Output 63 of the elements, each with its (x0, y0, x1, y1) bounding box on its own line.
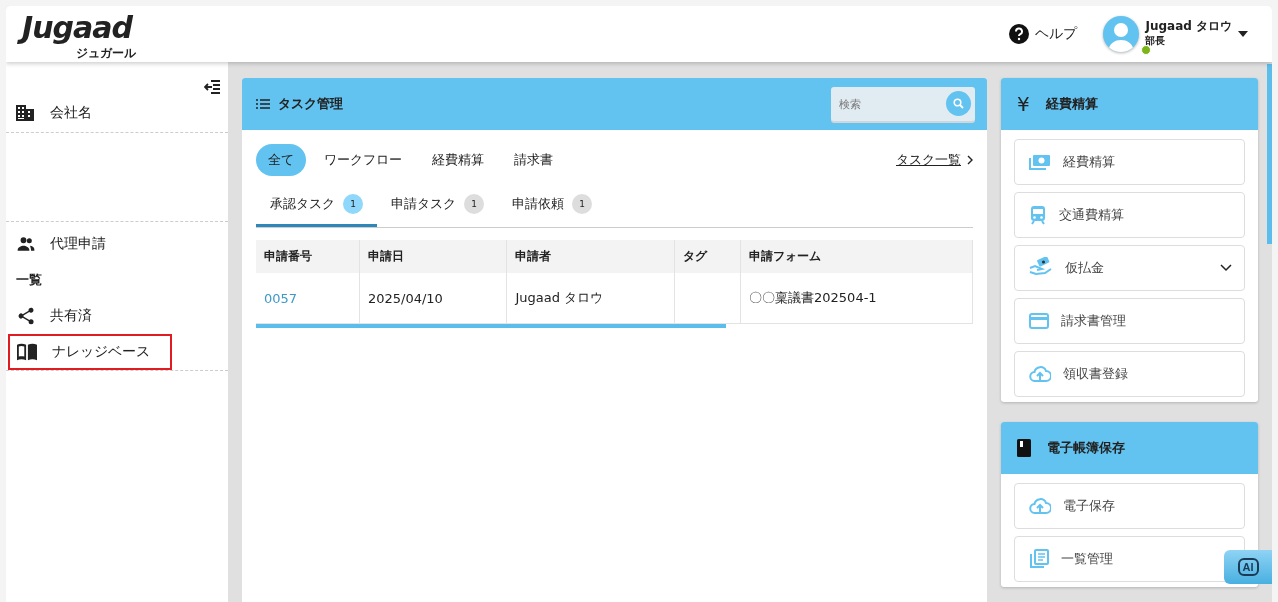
table-cell: Jugaad タロウ (506, 273, 675, 324)
document-list-icon (1029, 549, 1049, 569)
count-badge: 1 (343, 194, 363, 214)
sidebar-heading: 一覧 (15, 271, 43, 289)
table-cell (674, 273, 741, 324)
menu-item[interactable]: 交通費精算 (1014, 192, 1245, 238)
scrollbar[interactable] (256, 324, 726, 328)
table-cell: 2025/04/10 (359, 273, 507, 324)
menu-item[interactable]: 電子保存 (1014, 483, 1245, 529)
card-title: 経費精算 (1045, 95, 1098, 113)
user-name: Jugaad タロウ (1145, 20, 1232, 34)
column-header: 申請フォーム (740, 240, 973, 273)
filter-chip[interactable]: 経費精算 (420, 144, 496, 176)
logo-subtitle: ジュガール (75, 46, 136, 59)
panel-title: タスク管理 (278, 95, 343, 113)
table-cell: 〇〇稟議書202504-1 (740, 273, 973, 324)
avatar[interactable] (1103, 16, 1140, 52)
menu-item[interactable]: 請求書管理 (1014, 298, 1245, 344)
menu-item[interactable]: 仮払金 (1014, 245, 1245, 291)
logo-text: Jugaad (18, 9, 136, 46)
company-name: 会社名 (50, 104, 92, 122)
share-icon (16, 306, 36, 326)
user-role: 部長 (1145, 33, 1167, 48)
scrollbar[interactable] (1267, 64, 1272, 244)
list-icon (256, 99, 270, 109)
count-badge: 1 (464, 194, 484, 214)
filter-chip[interactable]: 請求書 (502, 144, 565, 176)
card-title: 電子帳簿保存 (1047, 439, 1125, 457)
help-icon[interactable] (1009, 24, 1030, 44)
column-header: タグ (674, 240, 741, 273)
cloud-upload-icon (1029, 498, 1051, 514)
sidebar-item[interactable]: 共有済 (6, 298, 228, 334)
cloud-upload-icon (1029, 366, 1051, 382)
search-field[interactable]: 検索 (831, 87, 975, 121)
people-icon (16, 234, 36, 254)
yen-icon: ¥ (1017, 92, 1030, 116)
search-icon (953, 98, 964, 109)
sidebar-item[interactable]: 代理申請 (6, 226, 228, 262)
caret-icon[interactable] (1238, 31, 1248, 37)
chevron-down-icon (1220, 264, 1232, 272)
count-badge: 1 (572, 194, 592, 214)
sidebar-item[interactable]: ナレッジベース (8, 334, 172, 370)
card-icon (1029, 313, 1049, 329)
filter-chip[interactable]: ワークフロー (312, 144, 414, 176)
building-icon (16, 105, 34, 121)
tab[interactable]: 申請タスク 1 (377, 184, 498, 227)
help-link[interactable]: ヘルプ (1035, 25, 1078, 43)
column-header: 申請者 (506, 240, 675, 273)
ai-chat-button[interactable]: AI (1224, 550, 1272, 584)
tab[interactable]: 申請依頼 1 (498, 184, 606, 227)
column-header: 申請番号 (256, 240, 360, 273)
task-list-link[interactable]: タスク一覧 (896, 151, 973, 169)
menu-item[interactable]: 領収書登録 (1014, 351, 1245, 397)
filter-chip[interactable]: 全て (256, 144, 306, 176)
menu-item[interactable]: 経費精算 (1014, 139, 1245, 185)
collapse-icon[interactable] (204, 80, 220, 94)
tab[interactable]: 承認タスク 1 (256, 184, 377, 227)
book-icon (16, 342, 38, 362)
train-icon (1029, 205, 1047, 225)
banknote-icon (1029, 153, 1051, 171)
column-header: 申請日 (359, 240, 507, 273)
chevron-icon (967, 155, 973, 165)
book-icon (1017, 439, 1031, 457)
